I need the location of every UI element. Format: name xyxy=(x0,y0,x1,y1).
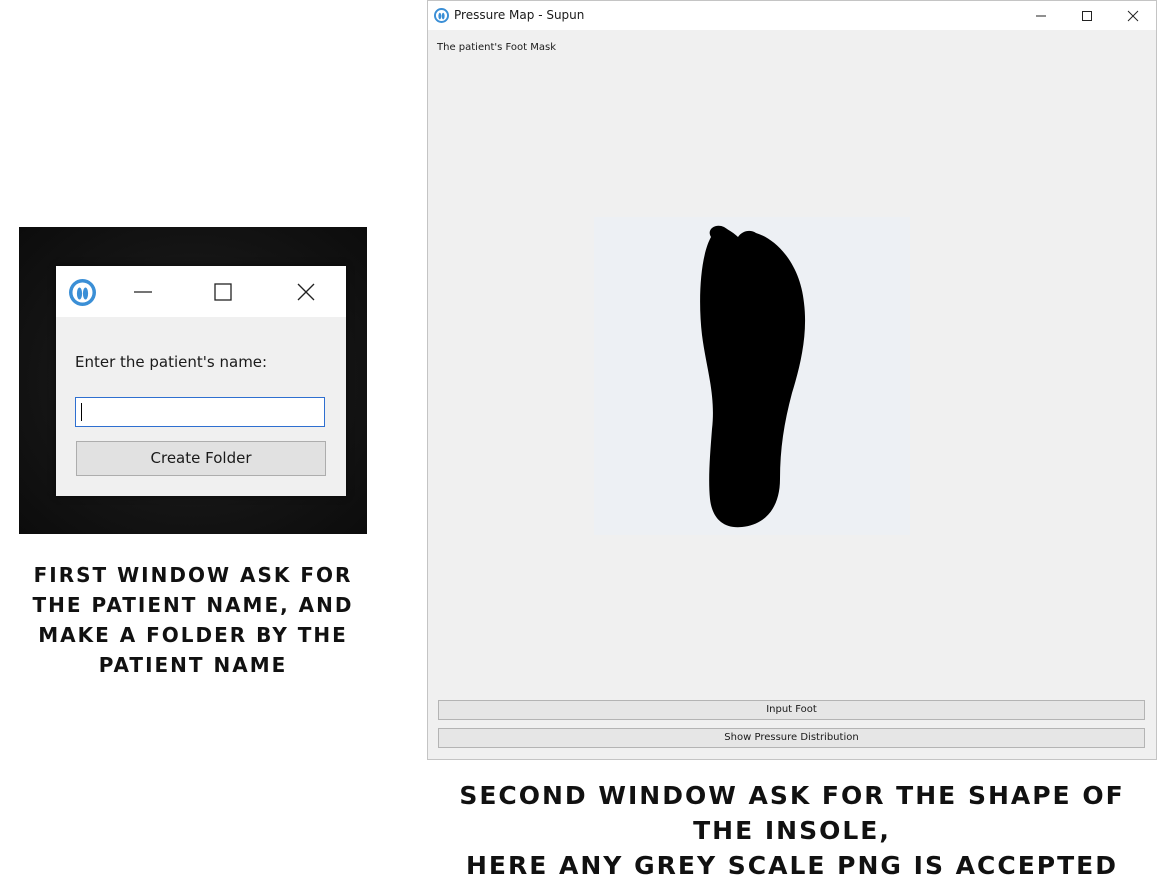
text-caret xyxy=(81,403,82,421)
patient-name-input[interactable] xyxy=(75,397,325,427)
close-icon[interactable] xyxy=(1120,6,1146,26)
foot-silhouette xyxy=(700,225,806,528)
maximize-icon[interactable] xyxy=(209,280,237,304)
window-titlebar: Pressure Map - Supun xyxy=(428,1,1156,30)
foot-mask-label: The patient's Foot Mask xyxy=(437,42,556,53)
first-window-caption: FIRST WINDOW ASK FOR THE PATIENT NAME, A… xyxy=(32,563,354,677)
minimize-icon[interactable] xyxy=(1028,6,1054,26)
foot-mask-image xyxy=(594,217,910,535)
show-pressure-distribution-button[interactable]: Show Pressure Distribution xyxy=(438,728,1145,748)
maximize-icon[interactable] xyxy=(1074,6,1100,26)
close-icon[interactable] xyxy=(292,280,320,304)
foot-app-icon xyxy=(434,8,449,23)
second-caption-line-2: HERE ANY GREY SCALE PNG IS ACCEPTED xyxy=(466,851,1118,880)
second-window-caption: SECOND WINDOW ASK FOR THE SHAPE OF THE I… xyxy=(427,778,1157,883)
pressure-map-window: Pressure Map - Supun The patient's Foot … xyxy=(427,0,1157,760)
dialog-titlebar xyxy=(56,266,346,317)
patient-name-prompt: Enter the patient's name: xyxy=(75,353,268,371)
foot-app-icon xyxy=(69,279,96,306)
window-title: Pressure Map - Supun xyxy=(454,8,585,22)
patient-name-dialog: Enter the patient's name: Create Folder xyxy=(56,266,346,496)
input-foot-button[interactable]: Input Foot xyxy=(438,700,1145,720)
screenshot-canvas: Enter the patient's name: Create Folder … xyxy=(0,0,1176,887)
create-folder-button[interactable]: Create Folder xyxy=(76,441,326,476)
second-caption-line-1: SECOND WINDOW ASK FOR THE SHAPE OF THE I… xyxy=(459,781,1125,845)
minimize-icon[interactable] xyxy=(129,280,157,304)
